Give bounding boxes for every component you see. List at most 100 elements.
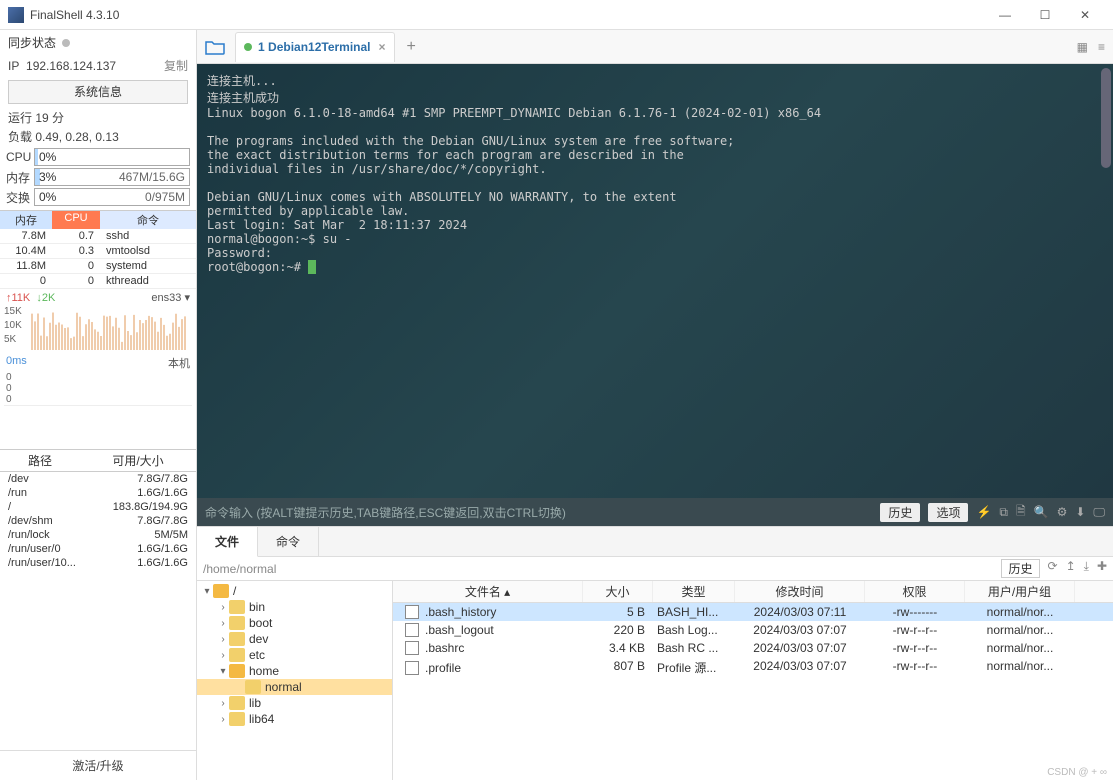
command-input-bar: 命令输入 (按ALT键提示历史,TAB键路径,ESC键返回,双击CTRL切换) … — [197, 498, 1113, 526]
uptime-text: 运行 19 分 — [0, 108, 196, 127]
ip-label: IP — [8, 59, 19, 73]
open-folder-icon[interactable] — [203, 35, 227, 59]
tree-item[interactable]: ›boot — [197, 615, 392, 631]
title-bar: FinalShell 4.3.10 — ☐ ✕ — [0, 0, 1113, 30]
terminal-output[interactable]: 连接主机... 连接主机成功 Linux bogon 6.1.0-18-amd6… — [197, 64, 1113, 498]
app-logo-icon — [8, 7, 24, 23]
search-icon[interactable]: 🔍 — [1034, 505, 1049, 519]
close-tab-icon[interactable]: × — [379, 40, 386, 54]
sysinfo-button[interactable]: 系统信息 — [8, 80, 188, 104]
folder-icon — [229, 696, 245, 710]
process-row[interactable]: 11.8M0systemd — [0, 259, 196, 274]
folder-icon — [229, 632, 245, 646]
lightning-icon[interactable]: ⚡ — [976, 505, 991, 519]
window-title: FinalShell 4.3.10 — [30, 8, 985, 22]
disk-row[interactable]: /run/lock5M/5M — [0, 528, 196, 542]
tree-item[interactable]: ›bin — [197, 599, 392, 615]
mem-meter: 3%467M/15.6G — [34, 168, 190, 186]
mem-meter-label: 内存 — [6, 169, 34, 186]
local-host-label: 本机 — [168, 355, 190, 371]
refresh-icon[interactable]: ⟳ — [1048, 559, 1058, 578]
grid-view-icon[interactable]: ▦ — [1077, 40, 1088, 54]
command-input[interactable]: 命令输入 (按ALT键提示历史,TAB键路径,ESC键返回,双击CTRL切换) — [205, 504, 872, 521]
folder-icon — [213, 584, 229, 598]
file-list-header[interactable]: 文件名 ▴ 大小 类型 修改时间 权限 用户/用户组 — [393, 581, 1113, 603]
terminal-scrollbar[interactable] — [1101, 68, 1111, 168]
options-button[interactable]: 选项 — [928, 503, 968, 522]
download-file-icon[interactable]: ⤓ — [1084, 559, 1089, 578]
close-button[interactable]: ✕ — [1065, 1, 1105, 29]
new-tab-button[interactable]: + — [407, 38, 416, 56]
process-row[interactable]: 7.8M0.7sshd — [0, 229, 196, 244]
folder-icon — [229, 616, 245, 630]
history-button[interactable]: 历史 — [880, 503, 920, 522]
tree-item[interactable]: ▾/ — [197, 583, 392, 599]
folder-icon — [229, 664, 245, 678]
tab-terminal-1[interactable]: 1 Debian12Terminal × — [235, 32, 395, 62]
process-table-header: 内存CPU命令 — [0, 210, 196, 229]
cpu-meter: 0% — [34, 148, 190, 166]
path-input[interactable] — [203, 562, 1001, 576]
process-row[interactable]: 10.4M0.3vmtoolsd — [0, 244, 196, 259]
activate-button[interactable]: 激活/升级 — [0, 750, 196, 780]
disk-row[interactable]: /dev7.8G/7.8G — [0, 472, 196, 486]
page-icon[interactable]: 🗎 — [1016, 502, 1026, 523]
tree-item[interactable]: ›etc — [197, 647, 392, 663]
file-row[interactable]: .bashrc3.4 KBBash RC ...2024/03/03 07:07… — [393, 639, 1113, 657]
disk-row[interactable]: /183.8G/194.9G — [0, 500, 196, 514]
file-icon — [405, 623, 419, 637]
process-row[interactable]: 00kthreadd — [0, 274, 196, 289]
gear-icon[interactable]: ⚙ — [1057, 505, 1068, 519]
file-list: 文件名 ▴ 大小 类型 修改时间 权限 用户/用户组 .bash_history… — [393, 581, 1113, 780]
swap-meter-label: 交换 — [6, 189, 34, 206]
tree-item[interactable]: ›lib64 — [197, 711, 392, 727]
folder-icon — [229, 600, 245, 614]
tab-commands[interactable]: 命令 — [258, 527, 319, 556]
tab-files[interactable]: 文件 — [197, 527, 258, 557]
file-row[interactable]: .bash_logout220 BBash Log...2024/03/03 0… — [393, 621, 1113, 639]
latency-chart — [4, 405, 192, 445]
disk-row[interactable]: /run1.6G/1.6G — [0, 486, 196, 500]
tree-item[interactable]: normal — [197, 679, 392, 695]
copy-ip-button[interactable]: 复制 — [164, 57, 188, 74]
system-sidebar: 同步状态 IP 192.168.124.137 复制 系统信息 运行 19 分 … — [0, 30, 197, 780]
sync-label: 同步状态 — [8, 34, 56, 51]
monitor-icon[interactable]: 🖵 — [1093, 505, 1105, 520]
tree-item[interactable]: ▾home — [197, 663, 392, 679]
download-icon[interactable]: ⬇ — [1075, 505, 1085, 519]
tab-label: Debian12Terminal — [268, 40, 370, 54]
file-icon — [405, 605, 419, 619]
network-stats[interactable]: ↑11K ↓2K ens33 ▾ — [0, 289, 196, 306]
network-sparkline: 15K 10K 5K — [4, 306, 192, 350]
copy-icon[interactable]: ⧉ — [999, 505, 1008, 520]
load-text: 负载 0.49, 0.28, 0.13 — [0, 127, 196, 146]
file-row[interactable]: .bash_history5 BBASH_HI...2024/03/03 07:… — [393, 603, 1113, 621]
connection-dot-icon — [244, 43, 252, 51]
maximize-button[interactable]: ☐ — [1025, 1, 1065, 29]
disk-row[interactable]: /dev/shm7.8G/7.8G — [0, 514, 196, 528]
cpu-meter-label: CPU — [6, 150, 34, 164]
list-view-icon[interactable]: ≡ — [1098, 40, 1105, 54]
folder-icon — [229, 712, 245, 726]
cursor-icon — [308, 260, 316, 274]
folder-icon — [229, 648, 245, 662]
sync-status-dot-icon — [62, 39, 70, 47]
ip-value: 192.168.124.137 — [26, 59, 116, 73]
minimize-button[interactable]: — — [985, 1, 1025, 29]
disk-row[interactable]: /run/user/10...1.6G/1.6G — [0, 556, 196, 570]
tab-bar: 1 Debian12Terminal × + ▦ ≡ — [197, 30, 1113, 64]
path-history-button[interactable]: 历史 — [1001, 559, 1039, 578]
swap-meter: 0%0/975M — [34, 188, 190, 206]
add-icon[interactable]: ✚ — [1097, 559, 1107, 578]
disk-table-header: 路径可用/大小 — [0, 449, 196, 472]
tree-item[interactable]: ›lib — [197, 695, 392, 711]
tree-item[interactable]: ›dev — [197, 631, 392, 647]
up-icon[interactable]: ↥ — [1066, 559, 1076, 578]
folder-tree[interactable]: ▾/›bin›boot›dev›etc▾homenormal›lib›lib64 — [197, 581, 393, 780]
bottom-panel: 文件 命令 历史 ⟳ ↥ ⤓ ✚ ▾/›bin›boot›dev›etc▾hom… — [197, 526, 1113, 780]
latency-text: 0ms — [6, 355, 27, 371]
chevron-down-icon: ▾ — [184, 292, 190, 304]
disk-row[interactable]: /run/user/01.6G/1.6G — [0, 542, 196, 556]
file-path-bar: 历史 ⟳ ↥ ⤓ ✚ — [197, 557, 1113, 581]
file-row[interactable]: .profile807 BProfile 源...2024/03/03 07:0… — [393, 657, 1113, 678]
